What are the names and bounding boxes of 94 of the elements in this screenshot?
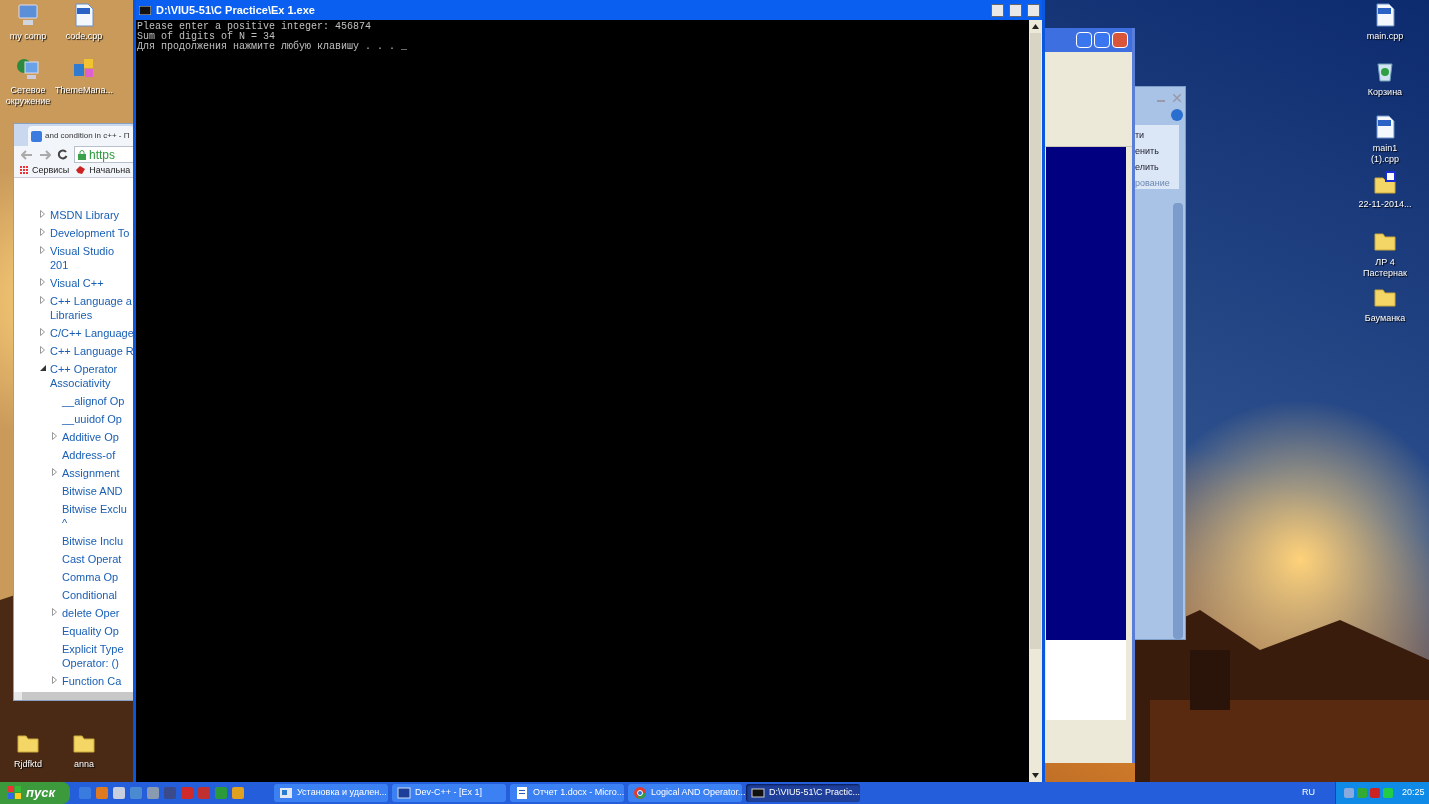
windows-logo-icon — [8, 786, 22, 800]
computer-icon — [15, 2, 41, 28]
tree-link[interactable]: C++ Operator Associativity — [50, 362, 118, 390]
console-line: Sum of digits of N = 34 — [137, 32, 277, 42]
network-icon — [15, 56, 41, 82]
desktop-icon-label[interactable]: Бауманка — [1364, 313, 1406, 324]
apps-grid-icon — [20, 165, 29, 175]
desktop-icon-label[interactable]: 22-11-2014... — [1358, 199, 1412, 210]
collapsed-arrow-icon[interactable] — [52, 676, 57, 684]
forward-icon[interactable] — [39, 149, 51, 160]
close-button[interactable] — [1027, 3, 1040, 17]
tree-link[interactable]: Bitwise Inclu — [62, 534, 124, 548]
desktop-icon-label[interactable]: ЛР 4 Пастернак — [1358, 257, 1412, 279]
collapsed-arrow-icon[interactable] — [52, 432, 57, 440]
console-icon — [139, 5, 151, 15]
window-title: D:\VIU5-51\C Practice\Ex 1.exe — [156, 2, 316, 18]
document-icon — [515, 786, 529, 800]
console-icon — [751, 786, 765, 800]
console-line: Для продолжения нажмите любую клавишу . . . _ — [137, 42, 409, 52]
desktop-icon-label[interactable]: main1 (1).cpp — [1358, 143, 1412, 165]
desktop-icon-label[interactable]: main.cpp — [1366, 31, 1404, 42]
quick-launch-icon[interactable] — [96, 787, 108, 799]
tree-link[interactable]: Assignment — [62, 466, 120, 480]
quick-launch-icon[interactable] — [232, 787, 244, 799]
window-icon — [397, 786, 411, 800]
lock-icon — [78, 149, 86, 160]
collapsed-arrow-icon[interactable] — [40, 246, 45, 254]
collapsed-arrow-icon[interactable] — [40, 346, 45, 354]
tab-title: and condition in c++ - П — [45, 130, 130, 143]
desktop-icon-label[interactable]: Rjdfktd — [14, 759, 42, 770]
tree-link[interactable]: MSDN Library — [50, 208, 120, 222]
collapsed-arrow-icon[interactable] — [52, 608, 57, 616]
ribbon-command[interactable]: елить — [1135, 161, 1179, 173]
quick-launch-icon[interactable] — [113, 787, 125, 799]
ribbon-group-label: рование — [1135, 177, 1171, 189]
tree-link[interactable]: delete Oper — [62, 606, 120, 620]
language-indicator[interactable]: RU — [1302, 786, 1315, 800]
bookmark-link[interactable]: Сервисы — [32, 163, 70, 177]
tree-link[interactable]: Bitwise Exclu ^ — [62, 502, 127, 530]
tree-link[interactable]: Function Ca — [62, 674, 122, 688]
quick-launch-icon[interactable] — [147, 787, 159, 799]
taskbar-button[interactable]: Установка и удален... — [274, 784, 388, 802]
bookmark-link[interactable]: Начальна — [89, 163, 131, 177]
quick-launch-icon[interactable] — [130, 787, 142, 799]
start-button[interactable]: пуск — [0, 782, 70, 804]
vertical-scrollbar[interactable] — [1173, 203, 1183, 639]
collapsed-arrow-icon[interactable] — [40, 296, 45, 304]
address-field[interactable]: https — [74, 146, 134, 164]
collapsed-arrow-icon[interactable] — [40, 228, 45, 236]
tree-link[interactable]: Comma Op — [62, 570, 119, 584]
tree-link[interactable]: Explicit Type Operator: () — [62, 642, 124, 670]
favicon-icon — [31, 130, 42, 142]
tree-link[interactable]: Development To — [50, 226, 130, 240]
tree-link[interactable]: __uuidof Op — [62, 412, 122, 426]
collapsed-arrow-icon[interactable] — [52, 468, 57, 476]
minimize-button[interactable] — [991, 3, 1004, 17]
expanded-arrow-icon[interactable] — [40, 365, 46, 371]
tree-link[interactable]: Cast Operat — [62, 552, 122, 566]
tree-link[interactable]: Visual C++ — [50, 276, 104, 290]
desktop-icon-label[interactable]: Корзина — [1367, 87, 1403, 98]
console-line: Please enter a positive integer: 456874 — [137, 22, 373, 32]
clock: 20:25 — [1402, 786, 1425, 800]
browser-icon — [633, 786, 647, 800]
tree-link[interactable]: Equality Op — [62, 624, 119, 638]
desktop-icon-label[interactable]: anna — [74, 759, 94, 770]
tree-link[interactable]: Visual Studio 201 — [50, 244, 134, 272]
tree-link[interactable]: Address-of — [62, 448, 116, 462]
maximize-button[interactable] — [1009, 3, 1022, 17]
horizontal-scrollbar[interactable] — [14, 692, 134, 700]
ribbon-command[interactable]: енить — [1135, 145, 1179, 157]
collapsed-arrow-icon[interactable] — [40, 210, 45, 218]
tree-link[interactable]: Conditional — [62, 588, 118, 602]
tree-link[interactable]: __alignof Op — [62, 394, 125, 408]
tree-link[interactable]: Additive Op — [62, 430, 119, 444]
archive-folder-icon — [1372, 170, 1398, 196]
vertical-scrollbar[interactable] — [1029, 20, 1042, 782]
taskbar-button[interactable]: Dev-C++ - [Ex 1] — [392, 784, 506, 802]
close-icon[interactable] — [1173, 94, 1181, 102]
browser-tab[interactable]: and condition in c++ - П — [28, 126, 134, 147]
back-icon[interactable] — [21, 149, 33, 160]
tree-link[interactable]: C/C++ Language — [50, 326, 134, 340]
taskbar-button[interactable]: D:\VIU5-51\C Practic... — [746, 784, 860, 802]
taskbar-button[interactable]: Отчет 1.docx - Micro... — [510, 784, 624, 802]
address-text: https — [89, 146, 115, 164]
collapsed-arrow-icon[interactable] — [40, 328, 45, 336]
tree-link[interactable]: Bitwise AND — [62, 484, 123, 498]
installer-icon — [279, 786, 293, 800]
tree-link[interactable]: C++ Language R — [50, 344, 134, 358]
help-icon[interactable] — [1171, 109, 1183, 121]
reload-icon[interactable] — [57, 149, 68, 161]
ribbon-command[interactable]: ти — [1135, 129, 1179, 141]
quick-launch-icon[interactable] — [215, 787, 227, 799]
tree-link[interactable]: C++ Language a Libraries — [50, 294, 132, 322]
collapsed-arrow-icon[interactable] — [40, 278, 45, 286]
